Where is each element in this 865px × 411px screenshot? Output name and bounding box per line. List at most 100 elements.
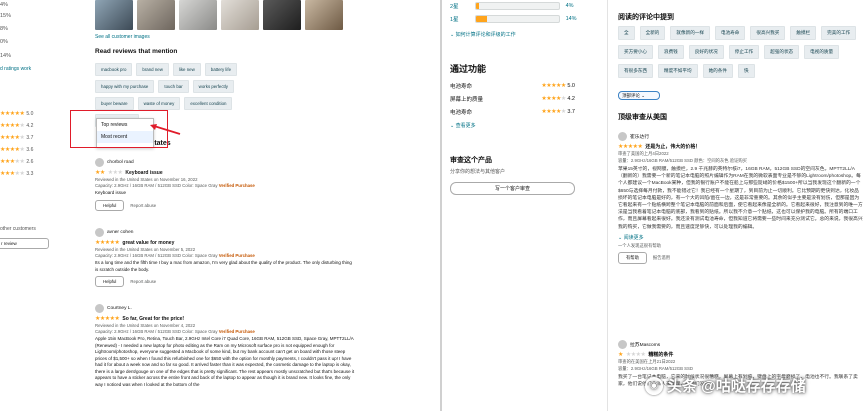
ratings-work-link[interactable]: d ratings work <box>0 66 31 72</box>
mention-chip[interactable]: 全 <box>618 26 635 40</box>
see-all-images-link[interactable]: See all customer images <box>95 34 150 40</box>
screenshot-root: 4% 15% 8% 0% 14% d ratings work See all … <box>0 0 865 411</box>
feature-rating: ★★★★★ 4.2 <box>0 123 34 129</box>
histogram-bar <box>474 15 560 23</box>
review-body: Keyboard issue <box>95 190 127 195</box>
report-abuse-link[interactable]: 报告滥用 <box>653 255 670 261</box>
review-title[interactable]: So far, Great for the price! <box>122 316 184 322</box>
customer-image-strip <box>95 0 343 30</box>
column-divider <box>607 0 608 411</box>
mention-chip[interactable]: touch bar <box>158 80 189 93</box>
customer-image[interactable] <box>305 0 343 30</box>
mention-chip[interactable]: 全新的 <box>639 26 666 40</box>
mention-chip[interactable]: 良好的状况 <box>688 45 724 59</box>
histogram-pct: 15% <box>0 13 12 19</box>
verified-badge: Verified Purchase <box>218 253 255 258</box>
customer-image[interactable] <box>221 0 259 30</box>
histogram-label: 1星 <box>450 17 459 23</box>
star-rating-icon: ★ <box>618 352 623 358</box>
reviewer-name: 拉苏Mascoms <box>630 343 661 348</box>
helpful-button[interactable]: Helpful <box>95 276 125 288</box>
review-title[interactable]: 还是为止，伟大的价格！ <box>645 143 700 150</box>
mention-heading: 阅读的评论中提到 <box>618 14 674 21</box>
histogram-row[interactable]: 1星 14% <box>450 15 577 23</box>
star-rating-icon: ★★★★ <box>541 96 561 102</box>
review-title[interactable]: 糟糕的条件 <box>648 351 673 358</box>
mention-chip[interactable]: waste of money <box>137 97 181 110</box>
mention-chip[interactable]: 她的条件 <box>702 64 733 78</box>
star-rating-icon: ★★★★★ <box>95 316 120 322</box>
review-item: 崔乐达行 ★★★★★ 还是为止，伟大的价格！ 审查了美国的上月4日2022 容量：… <box>618 132 863 264</box>
mention-chip[interactable]: happy with my purchase <box>95 80 155 93</box>
feature-rating: ★★★★★ 3.3 <box>0 171 34 177</box>
histogram-row[interactable]: 2星 4% <box>450 2 574 10</box>
avatar <box>95 228 104 237</box>
review-item: chorbol road ★★ ★★★ Keyboard issue Reviewe… <box>95 158 355 211</box>
mention-chip[interactable]: like new <box>172 63 201 76</box>
mention-chip[interactable]: 精度不如平均 <box>657 64 698 78</box>
reviewer-name: avner cohen <box>107 230 134 235</box>
mention-chip[interactable]: 买方要小心 <box>618 45 653 59</box>
write-review-button[interactable]: r review <box>0 238 49 249</box>
star-rating-icon: ★★★★★ <box>541 83 566 89</box>
review-variant: Capacity: 2.9GHz / 16GB RAM / 512GB SSD … <box>95 183 218 188</box>
mention-chip[interactable]: 电视的质量 <box>804 45 840 59</box>
review-product-subtext: 分享你的想法与其他客户 <box>450 169 506 175</box>
write-review-button[interactable]: 写一个客户审查 <box>450 182 575 195</box>
customer-image[interactable] <box>179 0 217 30</box>
mention-chip[interactable]: 快 <box>737 64 755 78</box>
read-more-link[interactable]: ⌄ 阅读更多 <box>618 234 863 241</box>
mention-chip[interactable]: excellent condition <box>184 97 233 110</box>
review-title[interactable]: great value for money <box>122 240 174 246</box>
review-date: Reviewed in the United States on Novembe… <box>95 247 196 252</box>
customer-image[interactable] <box>95 0 133 30</box>
mention-chip-list: 全 全新的 就像新的一样 电池寿命 很高兴我买 触摸栏 完美的工作 买方要小心 … <box>618 26 863 78</box>
review-title[interactable]: Keyboard issue <box>125 170 162 176</box>
reviewer-name: chorbol road <box>107 160 134 165</box>
mention-chip[interactable]: 很高兴我买 <box>750 26 786 40</box>
star-rating-icon: ★★★ <box>0 159 15 165</box>
avatar <box>618 340 627 349</box>
mention-chip[interactable]: 触摸栏 <box>790 26 817 40</box>
feature-rating: ★★★★★ 3.6 <box>0 147 34 153</box>
report-abuse-link[interactable]: Report abuse <box>130 203 156 208</box>
top-reviews-heading: 顶级审查从美国 <box>618 114 667 121</box>
mention-chip[interactable]: brand new <box>136 63 169 76</box>
helpful-button[interactable]: 有帮助 <box>618 251 647 264</box>
review-body: Its a long time and the fifth time I buy… <box>95 260 352 272</box>
mention-chip[interactable]: 浪费钱 <box>657 45 684 59</box>
other-customers-text: other customers <box>0 226 36 232</box>
mention-chip[interactable]: 超强的状态 <box>764 45 800 59</box>
review-date: Reviewed in the United States on Novembe… <box>95 323 196 328</box>
helpful-count: 一个人发现这很有帮助 <box>618 242 661 248</box>
mention-chip[interactable]: macbook pro <box>95 63 133 76</box>
how-ratings-link[interactable]: ⌄ 如何计算评论和评级的工作 <box>450 31 516 38</box>
features-heading: 通过功能 <box>450 64 487 74</box>
customer-image[interactable] <box>137 0 175 30</box>
chinese-review-panel: 2星 4% 1星 14% ⌄ 如何计算评论和评级的工作 通过功能 电池寿命 ★★★… <box>442 0 865 411</box>
sort-select[interactable]: 顶部评论 ⌄ <box>618 91 660 100</box>
feature-row: 电池寿命 ★★★★★ 3.7 <box>450 109 575 116</box>
see-more-link[interactable]: ⌄ 查看更多 <box>450 122 476 129</box>
review-item: Courtney L. ★★★★★ So far, Great for the p… <box>95 304 355 388</box>
mention-chip[interactable]: 电池寿命 <box>714 26 746 40</box>
verified-badge: Verified Purchase <box>218 183 255 188</box>
mention-chip[interactable]: 完美的工作 <box>821 26 857 40</box>
mention-chip[interactable]: 有很多东西 <box>618 64 653 78</box>
feature-rating: ★★★★★ 2.6 <box>0 159 34 165</box>
mention-chip[interactable]: works perfectly <box>192 80 234 93</box>
helpful-button[interactable]: Helpful <box>95 199 125 211</box>
mention-chip[interactable]: 就像新的一样 <box>670 26 710 40</box>
report-abuse-link[interactable]: Report abuse <box>130 279 156 284</box>
mention-chip[interactable]: 停止工作 <box>728 45 760 59</box>
review-variant: Capacity: 2.9GHz / 16GB RAM / 512GB SSD … <box>95 253 218 258</box>
histogram-pct: 14% <box>0 53 12 59</box>
customer-image[interactable] <box>263 0 301 30</box>
star-rating-icon: ★★★★★ <box>618 144 643 150</box>
mention-chip[interactable]: buyer beware <box>95 97 134 110</box>
mention-chip[interactable]: battery life <box>204 63 238 76</box>
reviewer-name: 崔乐达行 <box>630 135 650 140</box>
feature-rating: ★★★★★ 3.7 <box>0 135 34 141</box>
feature-row: 屏幕上的质量 ★★★★★ 4.2 <box>450 96 575 103</box>
histogram-label: 2星 <box>450 4 459 10</box>
